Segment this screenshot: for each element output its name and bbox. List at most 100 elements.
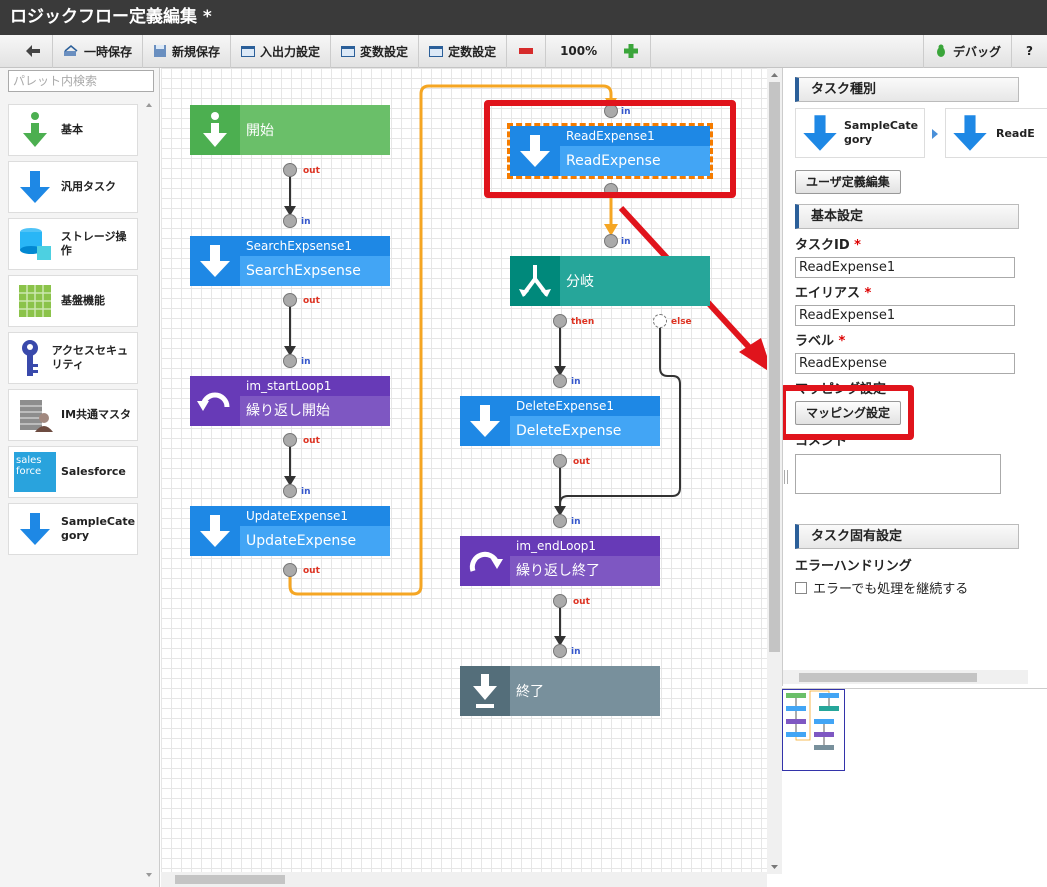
io-settings-button[interactable]: 入出力設定 (231, 34, 332, 68)
loop-start-icon (190, 376, 240, 426)
props-horizontal-scrollbar[interactable] (783, 670, 1028, 684)
flow-node-search-expsense[interactable]: SearchExpsense1 SearchExpsense (190, 236, 390, 286)
breadcrumb-item[interactable]: SampleCategory (795, 108, 925, 158)
flow-node-label: SearchExpsense (246, 263, 361, 279)
highlight-mapping-button (783, 385, 914, 440)
zoom-level: 100% (546, 34, 613, 68)
comment-textarea[interactable] (795, 454, 1001, 494)
temp-save-button[interactable]: 一時保存 (53, 34, 144, 68)
start-arrow-icon (13, 108, 57, 152)
port-in-label: in (621, 237, 631, 247)
port-out-label: out (303, 296, 320, 306)
basic-settings-header: 基本設定 (795, 204, 1019, 229)
breadcrumb-label: ReadE (996, 126, 1035, 140)
branch-icon (510, 256, 560, 306)
debug-button[interactable]: デバッグ (923, 34, 1013, 68)
scroll-thumb[interactable] (769, 82, 780, 652)
port-out[interactable] (283, 563, 297, 577)
continue-on-error-checkbox[interactable] (795, 581, 807, 594)
flow-node-update-expense[interactable]: UpdateExpense1 UpdateExpense (190, 506, 390, 556)
task-id-input[interactable]: ReadExpense1 (795, 257, 1015, 278)
palette-item-salesforce[interactable]: sales force Salesforce (8, 446, 138, 498)
port-out-label: out (303, 566, 320, 576)
palette-item-basic[interactable]: 基本 (8, 104, 138, 156)
palette-scrollbar[interactable] (144, 100, 154, 880)
canvas-vertical-scrollbar[interactable] (767, 68, 782, 874)
port-out-label: out (303, 436, 320, 446)
user-definition-edit-button[interactable]: ユーザ定義編集 (795, 170, 901, 194)
canvas-horizontal-scrollbar[interactable] (161, 872, 767, 887)
flow-canvas[interactable]: 開始 out in SearchExpsense1 SearchExpsense… (161, 68, 767, 874)
back-button[interactable] (14, 34, 53, 68)
breadcrumb-item[interactable]: ReadE (945, 108, 1047, 158)
minimap-viewport[interactable] (782, 689, 845, 771)
arrow-left-icon (26, 45, 40, 57)
down-arrow-icon (460, 396, 510, 446)
port-in[interactable] (553, 514, 567, 528)
new-save-button[interactable]: 新規保存 (143, 34, 232, 68)
palette-item-sample-category[interactable]: SampleCategory (8, 503, 138, 555)
port-in[interactable] (283, 214, 297, 228)
flow-node-branch[interactable]: 分岐 (510, 256, 710, 306)
flow-node-end[interactable]: 終了 (460, 666, 660, 716)
port-in[interactable] (553, 644, 567, 658)
down-arrow-icon (803, 115, 837, 151)
palette-search-input[interactable]: パレット内検索 (8, 70, 154, 92)
window-icon (429, 45, 444, 57)
palette-item-general-task[interactable]: 汎用タスク (8, 161, 138, 213)
label-input[interactable]: ReadExpense (795, 353, 1015, 374)
flow-node-label: 分岐 (566, 274, 594, 290)
var-settings-label: 変数設定 (360, 44, 409, 59)
down-arrow-icon (953, 115, 987, 151)
continue-on-error-row: エラーでも処理を継続する (795, 578, 968, 597)
port-in-label: in (571, 647, 581, 657)
palette-item-im-master[interactable]: IM共通マスタ (8, 389, 138, 441)
minimap-preview (786, 690, 839, 750)
port-out[interactable] (283, 293, 297, 307)
flow-node-delete-expense[interactable]: DeleteExpense1 DeleteExpense (460, 396, 660, 446)
flow-node-end-loop[interactable]: im_endLoop1 繰り返し終了 (460, 536, 660, 586)
port-out[interactable] (283, 433, 297, 447)
palette-item-access-security[interactable]: アクセスセキュリティ (8, 332, 138, 384)
help-button[interactable]: ? (1012, 35, 1047, 68)
minimap[interactable] (782, 688, 1047, 887)
alias-input[interactable]: ReadExpense1 (795, 305, 1015, 326)
palette-item-label: Salesforce (61, 465, 126, 478)
scroll-thumb[interactable] (799, 673, 977, 682)
props-splitter-handle[interactable] (784, 470, 788, 484)
port-out[interactable] (553, 454, 567, 468)
port-else[interactable] (653, 314, 667, 328)
port-then[interactable] (553, 314, 567, 328)
scroll-thumb[interactable] (175, 875, 285, 884)
port-in-label: in (301, 357, 311, 367)
port-in-label: in (571, 377, 581, 387)
plus-icon (624, 44, 639, 58)
palette-item-storage[interactable]: ストレージ操作 (8, 218, 138, 270)
flow-node-start[interactable]: 開始 (190, 105, 390, 155)
palette-item-label: 基盤機能 (61, 294, 105, 307)
port-out[interactable] (283, 163, 297, 177)
port-in[interactable] (283, 354, 297, 368)
task-type-breadcrumb: SampleCategory ReadE (795, 108, 1047, 160)
port-in-label: in (301, 217, 311, 227)
port-in[interactable] (553, 374, 567, 388)
zoom-out-button[interactable] (507, 34, 547, 68)
zoom-in-button[interactable] (612, 34, 652, 68)
palette-item-platform[interactable]: 基盤機能 (8, 275, 138, 327)
task-specific-header: タスク固有設定 (795, 524, 1019, 549)
start-arrow-icon (190, 105, 240, 155)
flow-node-id: DeleteExpense1 (516, 399, 614, 413)
const-settings-label: 定数設定 (448, 44, 497, 59)
const-settings-button[interactable]: 定数設定 (419, 34, 508, 68)
flow-node-label: 繰り返し終了 (516, 563, 600, 579)
var-settings-button[interactable]: 変数設定 (331, 34, 420, 68)
new-save-label: 新規保存 (172, 44, 221, 59)
palette-item-label: アクセスセキュリティ (51, 344, 129, 371)
port-in[interactable] (283, 484, 297, 498)
flow-node-start-loop[interactable]: im_startLoop1 繰り返し開始 (190, 376, 390, 426)
alias-label: エイリアス * (795, 286, 872, 301)
flow-node-label: UpdateExpense (246, 533, 357, 549)
bug-icon (937, 44, 946, 57)
port-out[interactable] (553, 594, 567, 608)
port-in[interactable] (604, 234, 618, 248)
